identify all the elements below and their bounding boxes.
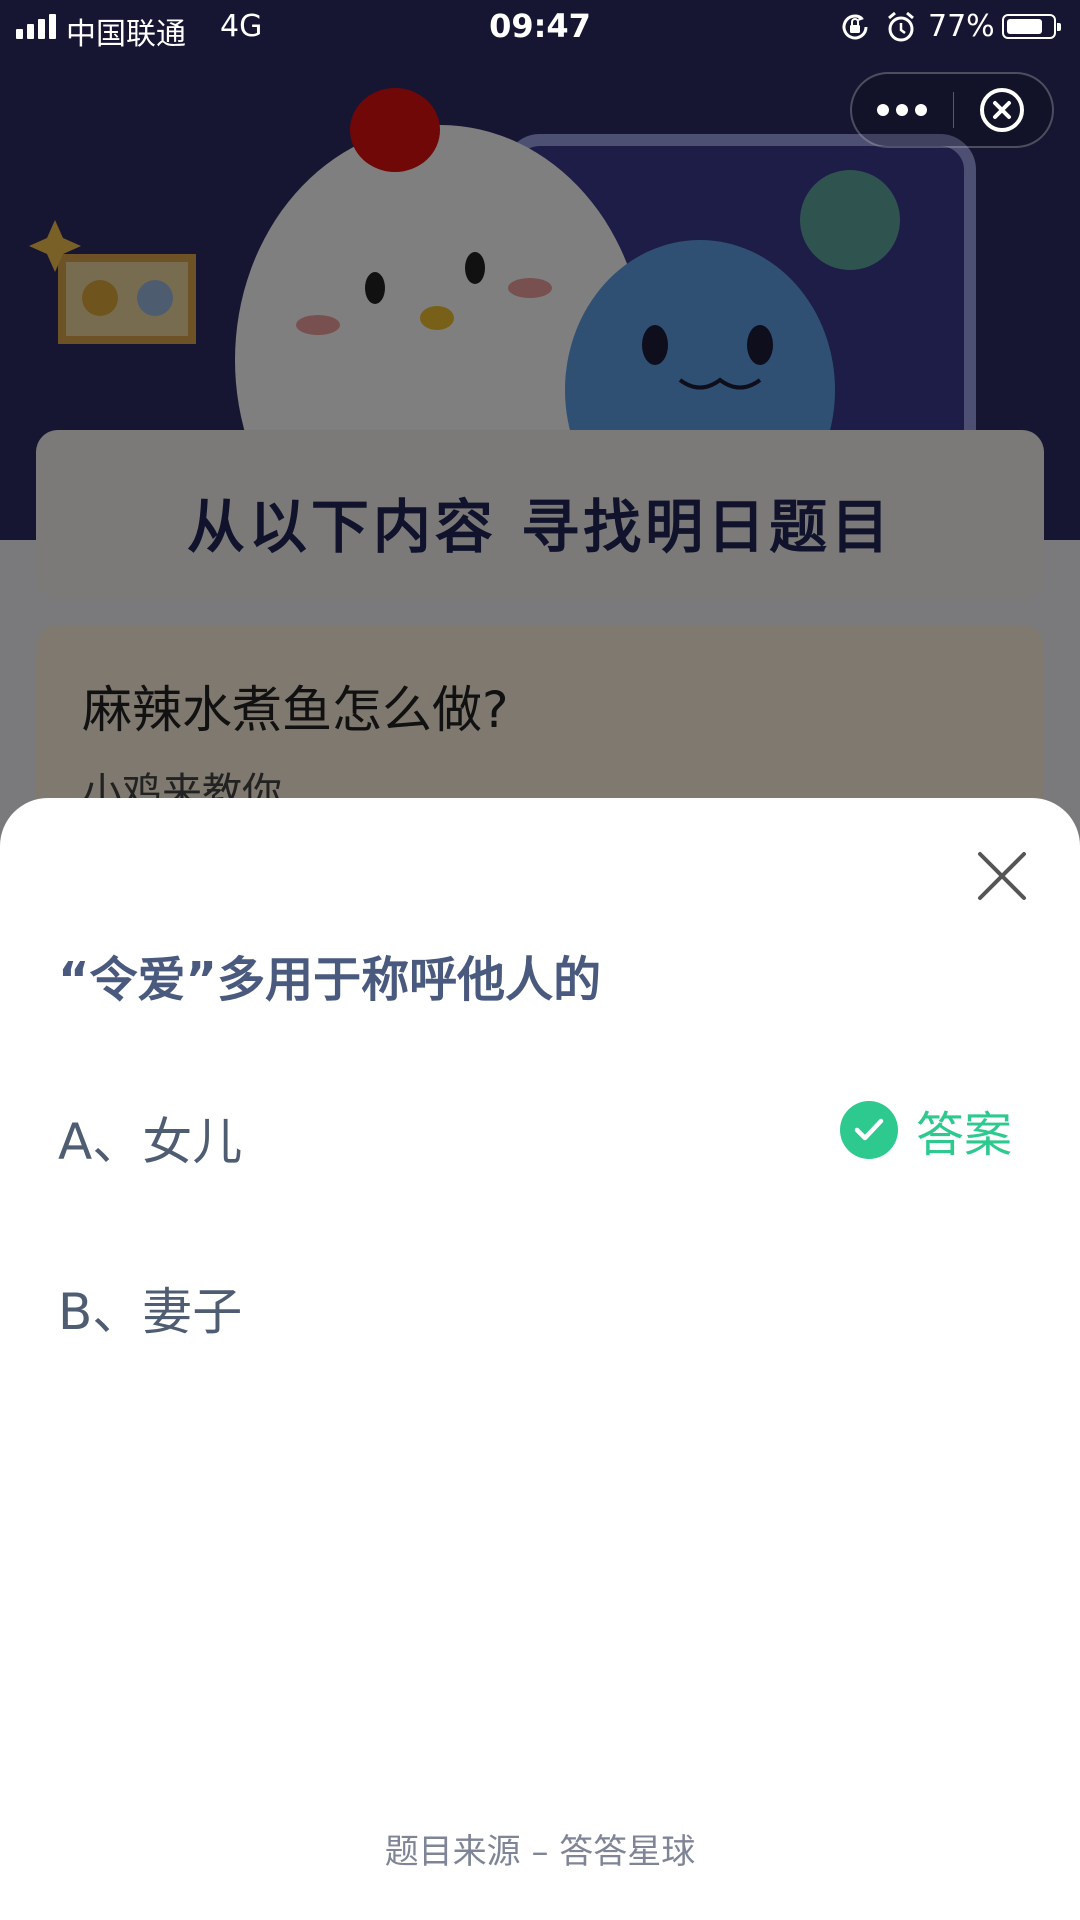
battery-icon xyxy=(1002,14,1061,39)
orientation-lock-icon xyxy=(842,14,868,40)
answer-indicator: 答案 xyxy=(839,1100,1012,1163)
capsule-divider xyxy=(953,92,954,128)
option-label: A、女儿 xyxy=(58,1113,243,1171)
alarm-icon xyxy=(888,11,914,42)
more-dots-icon xyxy=(877,104,927,116)
option-b[interactable]: B、妻子 xyxy=(58,1262,1022,1342)
miniprogram-capsule xyxy=(850,72,1054,148)
option-label: B、妻子 xyxy=(58,1283,243,1341)
answer-label: 答案 xyxy=(915,1107,1012,1163)
question-text: “令爱”多用于称呼他人的 xyxy=(58,952,602,1008)
battery-percent: 77% xyxy=(928,9,995,44)
close-icon[interactable] xyxy=(976,850,1028,902)
battery-fill xyxy=(1007,19,1042,34)
check-circle-icon xyxy=(839,1101,898,1159)
option-a[interactable]: A、女儿 答案 xyxy=(58,1092,1022,1172)
close-circle-icon[interactable] xyxy=(978,86,1026,134)
more-button[interactable] xyxy=(852,74,952,146)
question-source: 题目来源 – 答答星球 xyxy=(384,1832,696,1872)
status-bar: 中国联通 4G 09:47 77% xyxy=(0,0,1080,54)
status-time: 09:47 xyxy=(489,7,591,45)
